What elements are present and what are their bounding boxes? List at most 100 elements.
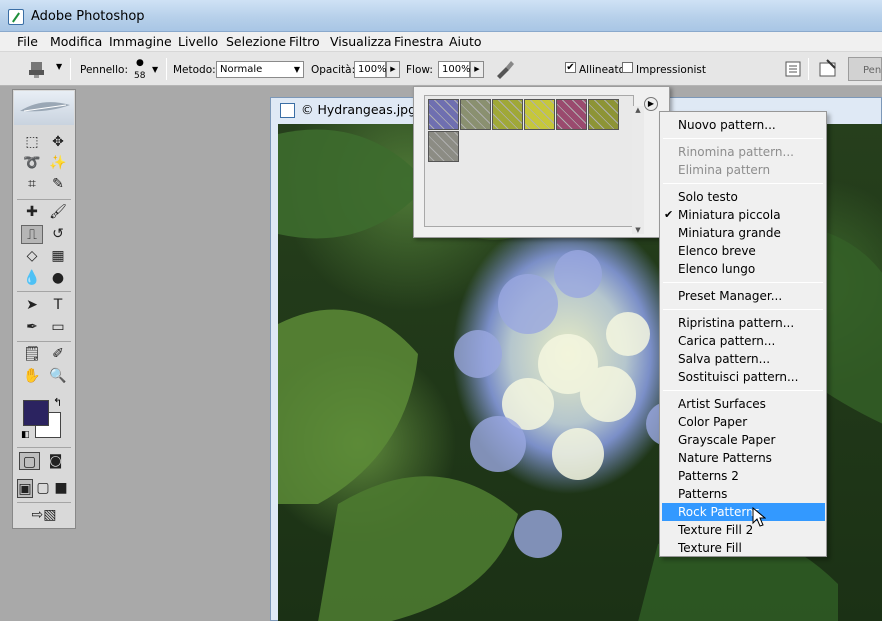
pen-tool-icon[interactable]: ✒: [21, 318, 43, 337]
menu-item[interactable]: Nature Patterns: [678, 451, 772, 465]
pattern-swatch[interactable]: [588, 99, 619, 130]
preset-dropdown-arrow-icon[interactable]: ▼: [56, 62, 62, 71]
palette-well-icon[interactable]: [817, 58, 839, 80]
menu-item[interactable]: Color Paper: [678, 415, 747, 429]
screen-mode-full-icon[interactable]: ■: [53, 479, 69, 498]
menu-item[interactable]: Preset Manager...: [678, 289, 782, 303]
menu-item[interactable]: Sostituisci pattern...: [678, 370, 798, 384]
menu-item[interactable]: Elenco lungo: [678, 262, 755, 276]
standard-mode-icon[interactable]: ▢: [19, 452, 40, 470]
history-brush-tool-icon[interactable]: ↺: [47, 225, 69, 244]
dodge-tool-icon[interactable]: ●: [47, 269, 69, 288]
clone-stamp-tool-preset-icon[interactable]: [26, 58, 48, 80]
menu-item[interactable]: Patterns 2: [678, 469, 739, 483]
menu-item[interactable]: Salva pattern...: [678, 352, 770, 366]
brush-tool-icon[interactable]: 🖌: [47, 203, 69, 222]
menu-livello[interactable]: Livello: [178, 34, 218, 49]
default-colors-icon[interactable]: ◧: [21, 430, 30, 440]
pattern-swatch[interactable]: [460, 99, 491, 130]
aligned-label: Allineato: [579, 64, 626, 76]
menu-item[interactable]: Rock Patterns: [678, 505, 760, 519]
document-palette-icon[interactable]: [782, 58, 804, 80]
pattern-swatch[interactable]: [492, 99, 523, 130]
impressionist-checkbox[interactable]: [622, 62, 633, 73]
menu-visualizza[interactable]: Visualizza: [330, 34, 392, 49]
menu-immagine[interactable]: Immagine: [109, 34, 172, 49]
picker-scrollbar[interactable]: ▲ ▼: [632, 106, 644, 234]
menu-item[interactable]: Solo testo: [678, 190, 738, 204]
brush-palette-tab[interactable]: Penn: [848, 57, 882, 81]
impressionist-label: Impressionist: [636, 64, 706, 76]
menu-item[interactable]: Carica pattern...: [678, 334, 775, 348]
foreground-color-swatch[interactable]: [23, 400, 49, 426]
slice-tool-icon[interactable]: ✎: [47, 175, 69, 194]
picker-menu-arrow-icon[interactable]: ▶: [644, 97, 658, 111]
brush-size: 58: [134, 71, 146, 81]
pattern-swatch[interactable]: [524, 99, 555, 130]
brush-label: Pennello:: [80, 64, 128, 76]
marquee-tool-icon[interactable]: ⬚: [21, 133, 43, 152]
blur-tool-icon[interactable]: 💧: [21, 269, 43, 288]
toolbox-header[interactable]: [14, 91, 74, 125]
menu-item[interactable]: Miniatura piccola: [678, 208, 781, 222]
pattern-swatch[interactable]: [428, 131, 459, 162]
eyedropper-tool-icon[interactable]: ✐: [47, 345, 69, 364]
pattern-swatch[interactable]: [556, 99, 587, 130]
magic-wand-tool-icon[interactable]: ✨: [47, 154, 69, 173]
mode-select[interactable]: Normale ▼: [216, 61, 304, 78]
scroll-down-arrow-icon[interactable]: ▼: [632, 226, 644, 234]
menu-item[interactable]: Ripristina pattern...: [678, 316, 794, 330]
swap-colors-icon[interactable]: ↰: [53, 396, 62, 409]
menu-item[interactable]: Nuovo pattern...: [678, 118, 776, 132]
pattern-swatch[interactable]: [428, 99, 459, 130]
menu-filtro[interactable]: Filtro: [289, 34, 320, 49]
hand-tool-icon[interactable]: ✋: [21, 367, 43, 386]
eraser-tool-icon[interactable]: ◇: [21, 247, 43, 266]
menu-item[interactable]: Texture Fill 2: [678, 523, 753, 537]
menu-item[interactable]: Grayscale Paper: [678, 433, 775, 447]
screen-mode-standard-icon[interactable]: ▣: [17, 479, 33, 498]
menu-separator: [663, 138, 823, 139]
quick-mask-mode-icon[interactable]: ◙: [45, 452, 66, 470]
flow-field[interactable]: 100%: [438, 61, 471, 78]
airbrush-icon[interactable]: [494, 58, 516, 80]
brush-dropdown-arrow-icon[interactable]: ▼: [152, 65, 158, 74]
menu-selezione[interactable]: Selezione: [226, 34, 286, 49]
shape-tool-icon[interactable]: ▭: [47, 318, 69, 337]
menu-item[interactable]: Patterns: [678, 487, 727, 501]
notes-tool-icon[interactable]: 🗒: [21, 345, 43, 364]
photoshop-app-icon: [8, 9, 24, 25]
brush-dot-icon[interactable]: ●: [136, 58, 144, 68]
aligned-checkbox[interactable]: ✔: [565, 62, 576, 73]
menu-separator: [663, 390, 823, 391]
window-title: Adobe Photoshop: [31, 9, 145, 24]
gradient-tool-icon[interactable]: ▦: [47, 247, 69, 266]
menu-item[interactable]: Artist Surfaces: [678, 397, 766, 411]
menu-item[interactable]: Miniatura grande: [678, 226, 781, 240]
menu-finestra[interactable]: Finestra: [394, 34, 444, 49]
healing-brush-tool-icon[interactable]: ✚: [21, 203, 43, 222]
scroll-up-arrow-icon[interactable]: ▲: [632, 106, 644, 114]
opacity-field[interactable]: 100%: [354, 61, 387, 78]
menu-item[interactable]: Elimina pattern: [678, 163, 770, 177]
clone-stamp-tool-icon[interactable]: ⎍: [21, 225, 43, 244]
opacity-label: Opacità:: [311, 64, 356, 76]
type-tool-icon[interactable]: T: [47, 296, 69, 315]
flow-slider-arrow-icon[interactable]: ▶: [470, 61, 484, 78]
zoom-tool-icon[interactable]: 🔍: [47, 367, 69, 386]
move-tool-icon[interactable]: ✥: [47, 133, 69, 152]
path-selection-tool-icon[interactable]: ➤: [21, 296, 43, 315]
opacity-slider-arrow-icon[interactable]: ▶: [386, 61, 400, 78]
menu-separator: [663, 309, 823, 310]
options-bar: ▼ Pennello: ● 58 ▼ Metodo: Normale ▼ Opac…: [0, 52, 882, 136]
menu-item[interactable]: Rinomina pattern...: [678, 145, 794, 159]
menu-modifica[interactable]: Modifica: [50, 34, 102, 49]
crop-tool-icon[interactable]: ⌗: [21, 175, 43, 194]
jump-to-imageready-icon[interactable]: ⇨▧: [21, 506, 67, 525]
menu-item[interactable]: Texture Fill: [678, 541, 742, 555]
menu-file[interactable]: File: [17, 34, 38, 49]
menu-aiuto[interactable]: Aiuto: [449, 34, 482, 49]
lasso-tool-icon[interactable]: ➰: [21, 154, 43, 173]
menu-item[interactable]: Elenco breve: [678, 244, 756, 258]
screen-mode-full-menu-icon[interactable]: ▢: [35, 479, 51, 498]
